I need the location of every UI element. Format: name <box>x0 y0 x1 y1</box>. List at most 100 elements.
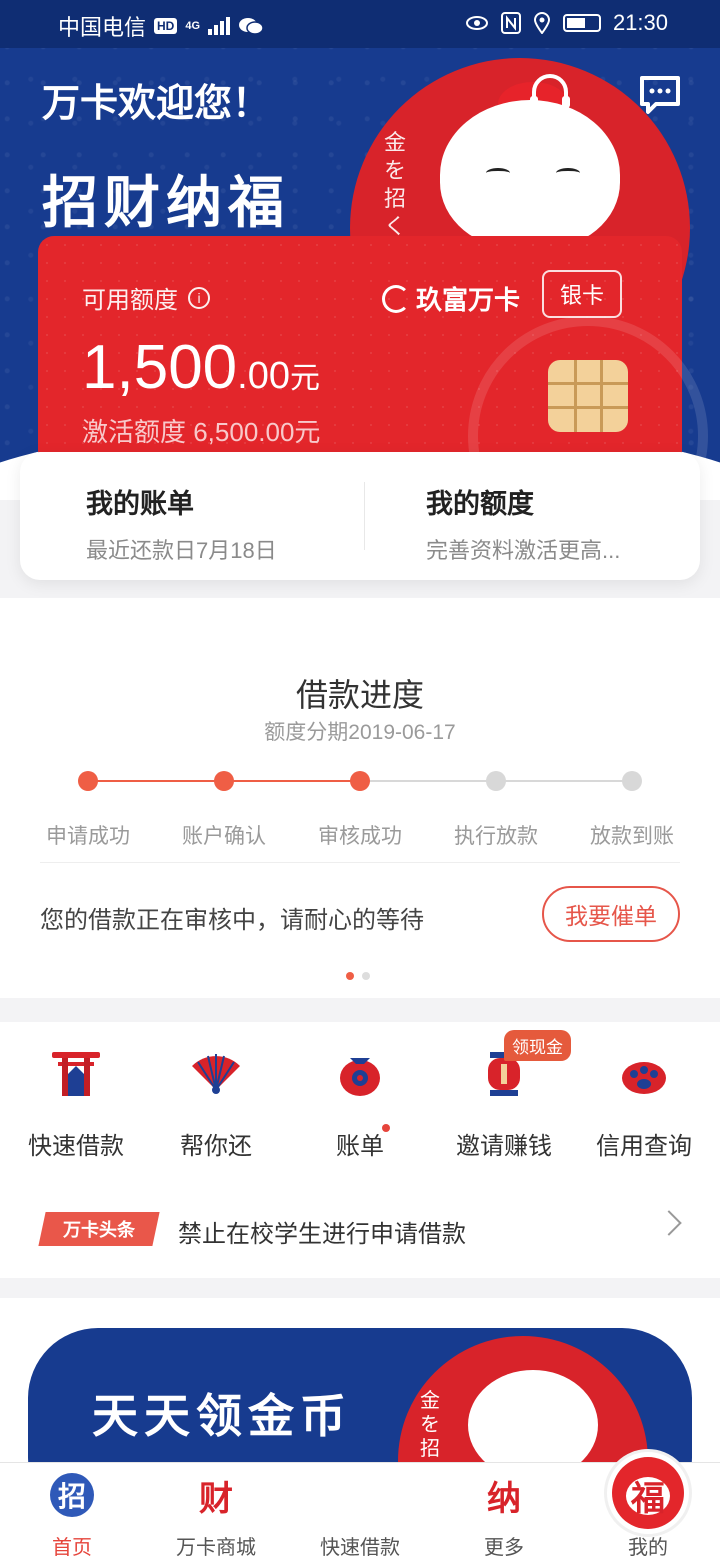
vertical-calligraphy: 金を招く <box>384 131 407 240</box>
news-ticker[interactable]: 万卡头条 禁止在校学生进行申请借款 <box>0 1188 720 1264</box>
tab-home-label: 首页 <box>52 1537 92 1559</box>
clock-time: 21:30 <box>612 10 668 35</box>
network-type: 4G <box>185 20 201 32</box>
progress-connector <box>88 780 224 782</box>
amount-integer: 1,500 <box>82 333 238 402</box>
notification-dot <box>382 1124 390 1132</box>
tab-more[interactable]: 纳 更多 <box>432 1473 576 1560</box>
progress-step-label: 放款到账 <box>590 825 674 848</box>
credit-query-label: 信用查询 <box>596 1133 692 1160</box>
tab-more-label: 更多 <box>484 1537 524 1559</box>
pager-dot <box>346 972 354 980</box>
progress-step-label: 账户确认 <box>182 825 266 848</box>
amount-unit: 元 <box>289 362 320 395</box>
loan-progress-subtitle: 额度分期2019-06-17 <box>264 721 456 744</box>
signal-icon <box>208 17 231 35</box>
loan-progress-title: 借款进度 <box>295 677 424 713</box>
location-icon <box>533 12 550 34</box>
brand-mark-icon <box>382 284 410 313</box>
help-repay-label: 帮你还 <box>180 1133 252 1160</box>
progress-step-dot <box>350 771 370 791</box>
bill-limit-panel: 我的账单 最近还款日7月18日 我的额度 完善资料激活更高... <box>20 452 700 580</box>
progress-step-dot <box>78 771 98 791</box>
progress-connector <box>224 780 360 782</box>
credit-card[interactable]: 可用额度 i 玖富万卡 银卡 1,500 .00 元 激活额度 6,500.00… <box>38 236 708 556</box>
battery-icon <box>562 14 601 32</box>
amount-decimal: .00 <box>237 355 290 397</box>
tab-quick-loan-label: 快速借款 <box>320 1537 400 1559</box>
progress-step-label: 执行放款 <box>454 825 538 848</box>
bill-entry[interactable]: 账单 <box>288 1044 432 1161</box>
customer-service-icon[interactable] <box>526 70 574 118</box>
status-right: 21:30 <box>465 10 668 36</box>
progress-step-dot <box>486 771 506 791</box>
invite-earn-label: 邀请赚钱 <box>456 1133 552 1160</box>
tab-mall-label: 万卡商城 <box>176 1537 256 1559</box>
my-limit-title: 我的额度 <box>426 489 534 519</box>
card-level-badge[interactable]: 银卡 <box>542 270 622 318</box>
progress-connector <box>496 780 632 782</box>
my-bill-subtitle: 最近还款日7月18日 <box>86 538 277 563</box>
hero-slogan: 招财纳福 <box>42 170 290 236</box>
news-headline: 禁止在校学生进行申请借款 <box>178 1221 466 1248</box>
wechat-icon <box>239 18 264 35</box>
mall-icon: 财 <box>199 1478 233 1519</box>
carousel-pager <box>346 972 370 980</box>
help-repay-entry[interactable]: 帮你还 <box>144 1044 288 1161</box>
available-limit-text: 可用额度 <box>82 287 178 314</box>
tab-mine[interactable]: 福 我的 <box>576 1473 720 1560</box>
my-limit-entry[interactable]: 我的额度 完善资料激活更高... <box>360 452 700 580</box>
brand-name: 玖富万卡 <box>416 285 521 315</box>
lucky-cat-eye-right <box>556 168 580 178</box>
more-icon: 纳 <box>487 1478 521 1519</box>
eye-icon <box>465 16 488 30</box>
money-bag-icon <box>332 1044 388 1100</box>
progress-divider <box>40 862 680 863</box>
home-icon: 招 <box>50 1473 94 1517</box>
bottom-tab-bar: 招 首页 财 万卡商城 快速借款 纳 更多 福 我的 <box>0 1449 720 1560</box>
quick-loan-entry[interactable]: 快速借款 <box>4 1044 148 1161</box>
lucky-cat-eye-left <box>486 168 510 178</box>
torii-gate-icon <box>48 1044 104 1100</box>
welcome-title: 万卡欢迎您！ <box>42 83 271 125</box>
available-limit-label: 可用额度 i <box>82 280 210 315</box>
nfc-icon <box>500 12 521 34</box>
brand-logo: 玖富万卡 <box>382 280 520 317</box>
tab-home[interactable]: 招 首页 <box>0 1473 144 1560</box>
lucky-cat-illustration <box>440 100 620 250</box>
tab-mall[interactable]: 财 万卡商城 <box>144 1473 288 1560</box>
status-left: 中国电信 HD 4G <box>58 10 264 42</box>
available-amount: 1,500 .00 元 <box>82 332 320 403</box>
tab-mine-label: 我的 <box>628 1537 668 1559</box>
my-bill-entry[interactable]: 我的账单 最近还款日7月18日 <box>20 452 360 580</box>
urge-order-button[interactable]: 我要催单 <box>542 886 680 942</box>
promo-banner-section: 金を招く 天天领金币 <box>0 1298 720 1528</box>
info-icon[interactable]: i <box>188 286 210 309</box>
carrier-name: 中国电信 <box>58 15 147 40</box>
pager-dot <box>362 972 370 980</box>
progress-connector <box>360 780 496 782</box>
progress-step-dot <box>622 771 642 791</box>
hd-badge: HD <box>154 18 178 34</box>
tab-quick-loan[interactable]: 快速借款 <box>288 1449 692 1560</box>
quick-loan-label: 快速借款 <box>28 1133 124 1160</box>
status-bar: 中国电信 HD 4G 21:30 <box>0 0 720 48</box>
panel-divider <box>364 482 365 550</box>
progress-step-label: 审核成功 <box>318 825 402 848</box>
activation-limit: 激活额度 6,500.00元 <box>82 417 321 447</box>
card-chip-icon <box>548 360 628 432</box>
invite-earn-entry[interactable]: 邀请赚钱 <box>432 1044 576 1161</box>
paw-icon <box>616 1044 672 1100</box>
credit-query-entry[interactable]: 信用查询 <box>572 1044 716 1161</box>
fan-icon <box>188 1044 244 1100</box>
bill-label: 账单 <box>336 1124 390 1161</box>
mine-icon: 福 <box>631 1478 665 1519</box>
progress-step-label: 申请成功 <box>46 825 130 848</box>
message-icon[interactable] <box>636 70 684 118</box>
my-limit-subtitle: 完善资料激活更高... <box>426 538 621 563</box>
chevron-right-icon <box>656 1210 682 1236</box>
news-tag: 万卡头条 <box>38 1212 160 1246</box>
my-bill-title: 我的账单 <box>86 489 194 519</box>
get-cash-badge: 领现金 <box>504 1030 571 1061</box>
loan-progress-card: 借款进度 额度分期2019-06-17 申请成功 账户确认 审核成功 执行放款 放款到账… <box>0 598 720 998</box>
